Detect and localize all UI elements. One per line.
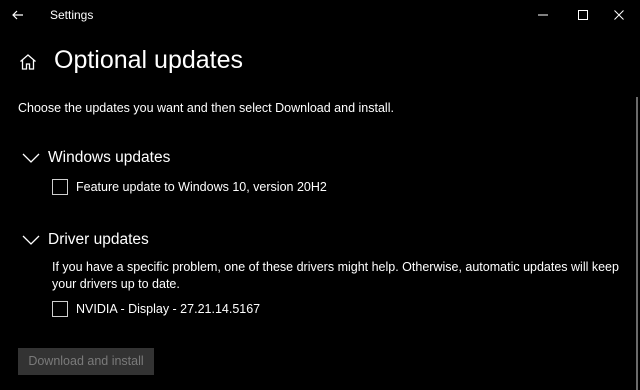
maximize-icon: [578, 10, 588, 20]
minimize-icon: [538, 14, 548, 16]
driver-updates-description: If you have a specific problem, one of t…: [52, 260, 619, 291]
home-icon: [18, 52, 38, 72]
nvidia-driver-label: NVIDIA - Display - 27.21.14.5167: [76, 302, 261, 316]
feature-update-checkbox[interactable]: [52, 179, 68, 195]
title-bar: Settings: [0, 0, 640, 30]
close-icon: [614, 10, 624, 20]
nvidia-driver-checkbox[interactable]: [52, 301, 68, 317]
download-and-install-button[interactable]: Download and install: [18, 348, 154, 375]
arrow-left-icon: [12, 10, 23, 20]
minimize-button[interactable]: [522, 0, 564, 30]
scrollbar[interactable]: [636, 97, 638, 390]
chevron-down-icon: [22, 235, 40, 245]
page-title: Optional updates: [54, 46, 244, 74]
windows-updates-title: Windows updates: [48, 149, 171, 166]
intro-text: Choose the updates you want and then sel…: [18, 101, 394, 115]
chevron-down-icon: [22, 153, 40, 163]
feature-update-label: Feature update to Windows 10, version 20…: [76, 180, 327, 194]
back-button[interactable]: [6, 3, 30, 27]
close-button[interactable]: [598, 0, 640, 30]
driver-updates-title: Driver updates: [48, 231, 149, 248]
app-title: Settings: [50, 8, 94, 22]
